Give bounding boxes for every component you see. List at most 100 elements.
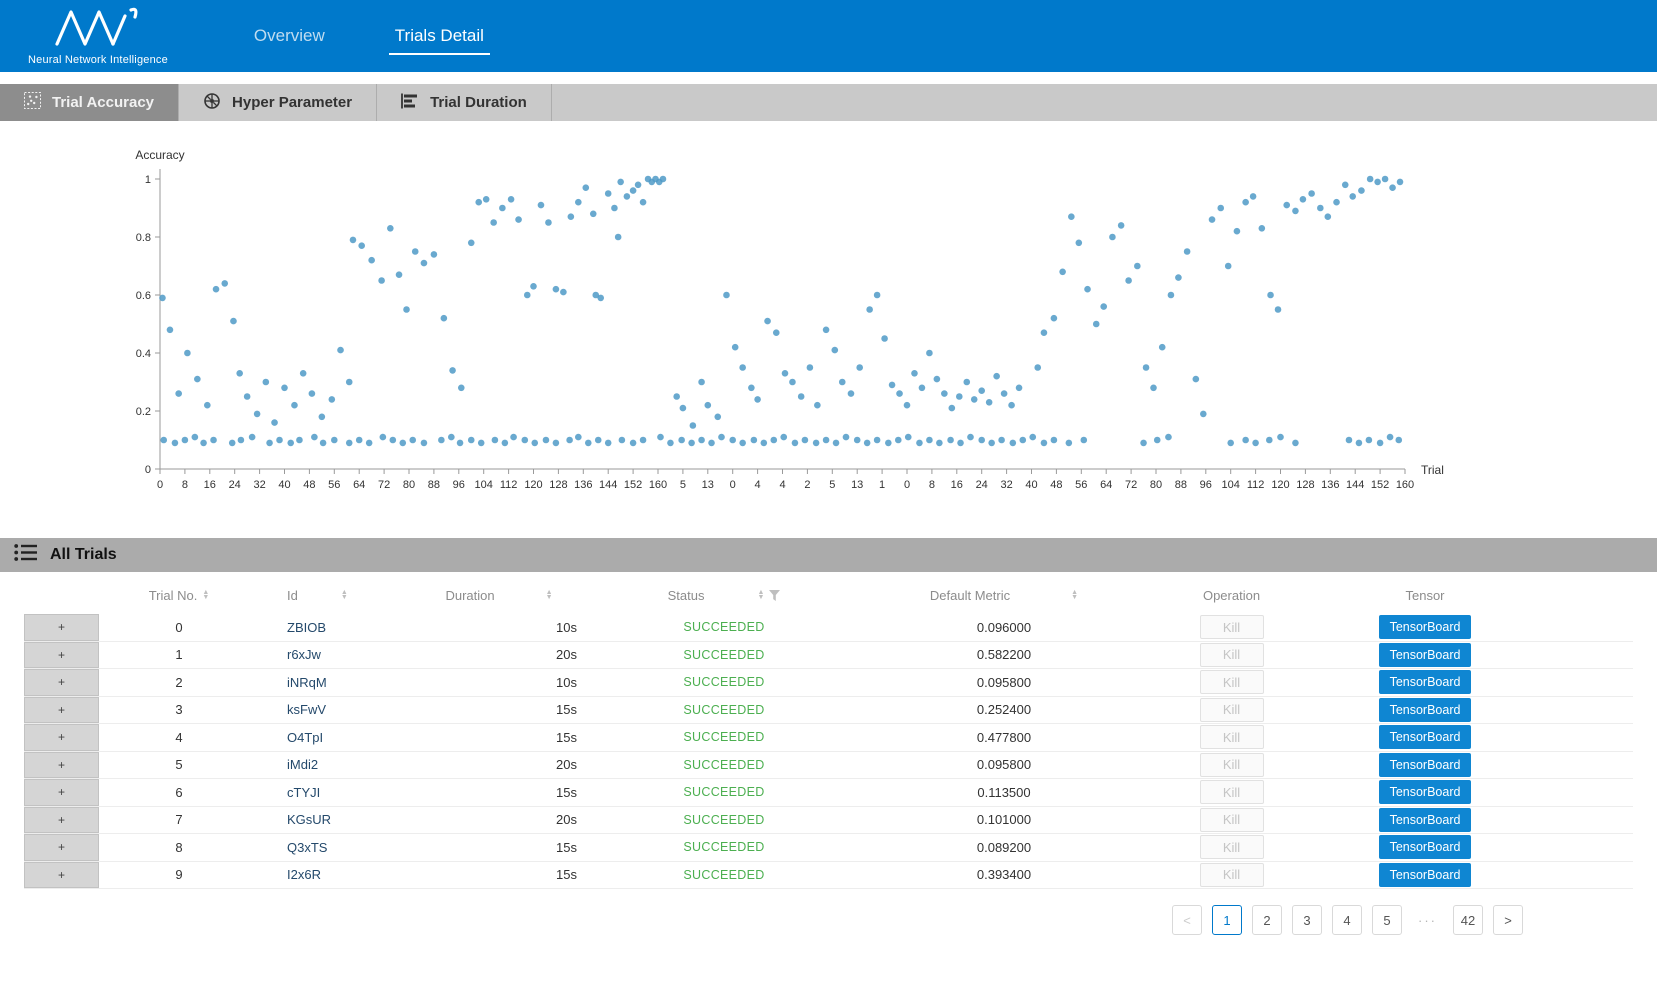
column-label: Trial No. [149,588,198,603]
column-label: Status [668,588,705,603]
svg-text:152: 152 [1371,479,1389,491]
svg-text:112: 112 [500,479,518,491]
tensorboard-button[interactable]: TensorBoard [1379,835,1471,859]
pagination-page-4[interactable]: 4 [1332,905,1362,935]
expand-row-button[interactable]: + [24,724,99,751]
pagination-ellipsis[interactable]: ··· [1412,905,1443,935]
svg-text:24: 24 [229,479,241,491]
svg-text:128: 128 [549,479,567,491]
pagination-prev-button[interactable]: < [1172,905,1202,935]
kill-button[interactable]: Kill [1200,780,1264,804]
cell-default-metric: 0.252400 [859,702,1149,717]
sort-icon[interactable]: ▲▼ [1071,590,1078,600]
sort-icon[interactable]: ▲▼ [202,590,209,600]
kill-button[interactable]: Kill [1200,863,1264,887]
expand-row-button[interactable]: + [24,807,99,834]
expand-row-button[interactable]: + [24,834,99,861]
cell-duration: 20s [409,647,589,662]
kill-button[interactable]: Kill [1200,670,1264,694]
table-row: + 9 I2x6R 15s SUCCEEDED 0.393400 Kill Te… [24,862,1633,890]
nav-tab-trials-detail[interactable]: Trials Detail [389,18,490,55]
kill-button[interactable]: Kill [1200,835,1264,859]
cell-trial-no: 1 [99,647,259,662]
tensorboard-button[interactable]: TensorBoard [1379,780,1471,804]
top-navbar: Neural Network Intelligence Overview Tri… [0,0,1657,72]
pagination-page-3[interactable]: 3 [1292,905,1322,935]
cell-trial-no: 7 [99,812,259,827]
svg-text:4: 4 [755,479,761,491]
filter-icon[interactable] [769,590,780,601]
svg-text:0: 0 [730,479,736,491]
pagination-page-2[interactable]: 2 [1252,905,1282,935]
pagination-next-button[interactable]: > [1493,905,1523,935]
svg-text:13: 13 [702,479,714,491]
sort-icon[interactable]: ▲▼ [546,590,553,600]
svg-text:2: 2 [804,479,810,491]
pagination-page-5[interactable]: 5 [1372,905,1402,935]
svg-text:0: 0 [904,479,910,491]
cell-status: SUCCEEDED [589,703,859,717]
tensorboard-button[interactable]: TensorBoard [1379,643,1471,667]
nav-tab-overview[interactable]: Overview [248,18,331,55]
svg-text:96: 96 [1200,479,1212,491]
svg-text:104: 104 [1222,479,1240,491]
svg-text:16: 16 [204,479,216,491]
cell-status: SUCCEEDED [589,620,859,634]
tensorboard-button[interactable]: TensorBoard [1379,725,1471,749]
svg-text:160: 160 [1396,479,1414,491]
expand-row-button[interactable]: + [24,752,99,779]
all-trials-header: All Trials [0,538,1657,572]
tensorboard-button[interactable]: TensorBoard [1379,698,1471,722]
pagination-page-1[interactable]: 1 [1212,905,1242,935]
cell-status: SUCCEEDED [589,648,859,662]
expand-row-button[interactable]: + [24,642,99,669]
tab-hyper-parameter[interactable]: Hyper Parameter [179,84,377,121]
expand-row-button[interactable]: + [24,669,99,696]
logo-text: Neural Network Intelligence [28,54,168,66]
tensorboard-button[interactable]: TensorBoard [1379,753,1471,777]
pagination: < 1 2 3 4 5 ··· 42 > [0,905,1523,935]
kill-button[interactable]: Kill [1200,753,1264,777]
cell-id: Q3xTS [259,840,409,855]
tab-trial-duration[interactable]: Trial Duration [377,84,552,121]
cell-id: iMdi2 [259,757,409,772]
cell-trial-no: 9 [99,867,259,882]
column-label: Id [287,588,298,603]
cell-default-metric: 0.089200 [859,840,1149,855]
cell-duration: 15s [409,785,589,800]
sort-icon[interactable]: ▲▼ [757,590,764,600]
cell-status: SUCCEEDED [589,758,859,772]
sort-icon[interactable]: ▲▼ [341,590,348,600]
svg-text:104: 104 [475,479,493,491]
svg-text:96: 96 [453,479,465,491]
kill-button[interactable]: Kill [1200,808,1264,832]
table-row: + 2 iNRqM 10s SUCCEEDED 0.095800 Kill Te… [24,669,1633,697]
kill-button[interactable]: Kill [1200,725,1264,749]
svg-text:0.8: 0.8 [136,232,151,244]
expand-row-button[interactable]: + [24,697,99,724]
kill-button[interactable]: Kill [1200,615,1264,639]
table-row: + 7 KGsUR 20s SUCCEEDED 0.101000 Kill Te… [24,807,1633,835]
column-label: Tensor [1405,588,1444,603]
cell-trial-no: 4 [99,730,259,745]
kill-button[interactable]: Kill [1200,643,1264,667]
cell-default-metric: 0.393400 [859,867,1149,882]
tensorboard-button[interactable]: TensorBoard [1379,808,1471,832]
svg-text:Accuracy: Accuracy [135,148,184,162]
tensorboard-button[interactable]: TensorBoard [1379,615,1471,639]
tensorboard-button[interactable]: TensorBoard [1379,670,1471,694]
expand-row-button[interactable]: + [24,614,99,641]
svg-text:64: 64 [1100,479,1112,491]
cell-status: SUCCEEDED [589,785,859,799]
svg-text:40: 40 [1025,479,1037,491]
column-trial-no: Trial No. ▲▼ [99,588,259,603]
expand-row-button[interactable]: + [24,862,99,889]
view-tabs: Trial Accuracy Hyper Parameter [0,84,1657,121]
pagination-page-last[interactable]: 42 [1453,905,1483,935]
tensorboard-button[interactable]: TensorBoard [1379,863,1471,887]
kill-button[interactable]: Kill [1200,698,1264,722]
accuracy-scatter-chart: 00.20.40.60.8108162432404856647280889610… [0,139,1657,497]
expand-row-button[interactable]: + [24,779,99,806]
svg-text:0.4: 0.4 [136,348,151,360]
tab-trial-accuracy[interactable]: Trial Accuracy [0,84,179,121]
